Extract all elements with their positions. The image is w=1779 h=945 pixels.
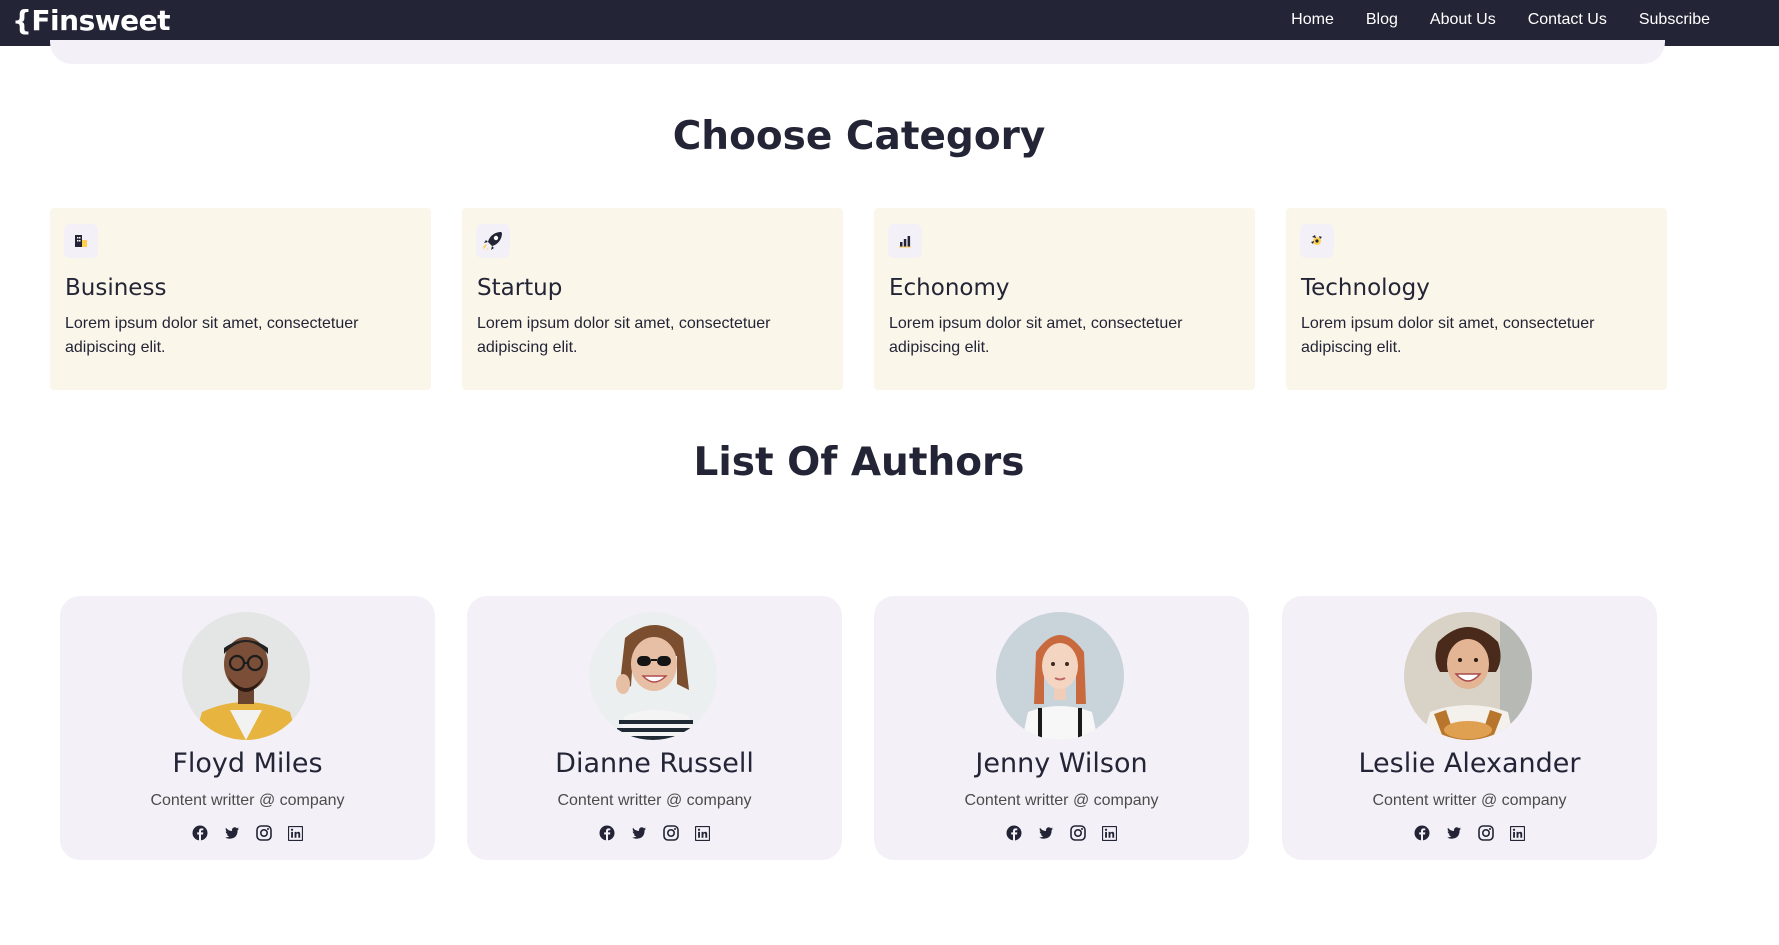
twitter-icon[interactable] — [1037, 824, 1055, 842]
avatar — [182, 612, 310, 740]
business-icon — [64, 224, 98, 258]
social-links — [60, 824, 435, 842]
social-links — [874, 824, 1249, 842]
technology-icon — [1300, 224, 1334, 258]
nav-contact-us[interactable]: Contact Us — [1528, 11, 1607, 29]
chart-icon — [888, 224, 922, 258]
instagram-icon[interactable] — [662, 824, 680, 842]
facebook-icon[interactable] — [191, 824, 209, 842]
instagram-icon[interactable] — [255, 824, 273, 842]
twitter-icon[interactable] — [223, 824, 241, 842]
author-role: Content writter @ company — [557, 792, 752, 809]
nav-home[interactable]: Home — [1291, 11, 1334, 29]
category-name: Business — [65, 275, 167, 301]
author-role: Content writter @ company — [1372, 792, 1567, 809]
facebook-icon[interactable] — [1005, 824, 1023, 842]
author-card[interactable]: Jenny Wilson Content writter @ company — [874, 596, 1249, 860]
social-links — [1282, 824, 1657, 842]
logo[interactable]: {Finsweet — [12, 4, 171, 37]
author-name: Floyd Miles — [172, 748, 323, 779]
author-role: Content writter @ company — [150, 792, 345, 809]
linkedin-icon[interactable] — [694, 824, 712, 842]
nav-about-us[interactable]: About Us — [1430, 11, 1496, 29]
category-card-startup[interactable]: Startup Lorem ipsum dolor sit amet, cons… — [462, 208, 843, 390]
nav-blog[interactable]: Blog — [1366, 11, 1398, 29]
instagram-icon[interactable] — [1477, 824, 1495, 842]
nav-links: Home Blog About Us Contact Us Subscribe — [1291, 0, 1710, 40]
author-name: Dianne Russell — [555, 748, 754, 779]
avatar — [996, 612, 1124, 740]
nav-subscribe[interactable]: Subscribe — [1639, 11, 1710, 29]
category-card-business[interactable]: Business Lorem ipsum dolor sit amet, con… — [50, 208, 431, 390]
category-name: Startup — [477, 275, 563, 301]
linkedin-icon[interactable] — [1509, 824, 1527, 842]
author-card[interactable]: Dianne Russell Content writter @ company — [467, 596, 842, 860]
choose-category-title: Choose Category — [672, 114, 1046, 159]
category-card-economy[interactable]: Echonomy Lorem ipsum dolor sit amet, con… — [874, 208, 1255, 390]
category-description: Lorem ipsum dolor sit amet, consectetuer… — [1301, 315, 1595, 356]
category-description: Lorem ipsum dolor sit amet, consectetuer… — [477, 315, 771, 356]
category-description: Lorem ipsum dolor sit amet, consectetuer… — [889, 315, 1183, 356]
twitter-icon[interactable] — [630, 824, 648, 842]
twitter-icon[interactable] — [1445, 824, 1463, 842]
author-card[interactable]: Leslie Alexander Content writter @ compa… — [1282, 596, 1657, 860]
instagram-icon[interactable] — [1069, 824, 1087, 842]
category-name: Echonomy — [889, 275, 1010, 301]
author-name: Jenny Wilson — [975, 748, 1148, 779]
category-card-technology[interactable]: Technology Lorem ipsum dolor sit amet, c… — [1286, 208, 1667, 390]
social-links — [467, 824, 842, 842]
linkedin-icon[interactable] — [1101, 824, 1119, 842]
category-name: Technology — [1301, 275, 1430, 301]
linkedin-icon[interactable] — [287, 824, 305, 842]
author-name: Leslie Alexander — [1358, 748, 1581, 779]
category-description: Lorem ipsum dolor sit amet, consectetuer… — [65, 315, 359, 356]
facebook-icon[interactable] — [598, 824, 616, 842]
list-of-authors-title: List Of Authors — [693, 440, 1025, 485]
avatar — [1404, 612, 1532, 740]
author-card[interactable]: Floyd Miles Content writter @ company — [60, 596, 435, 860]
author-role: Content writter @ company — [964, 792, 1159, 809]
rocket-icon — [476, 224, 510, 258]
hero-section-bottom-edge — [50, 40, 1665, 64]
facebook-icon[interactable] — [1413, 824, 1431, 842]
avatar — [589, 612, 717, 740]
